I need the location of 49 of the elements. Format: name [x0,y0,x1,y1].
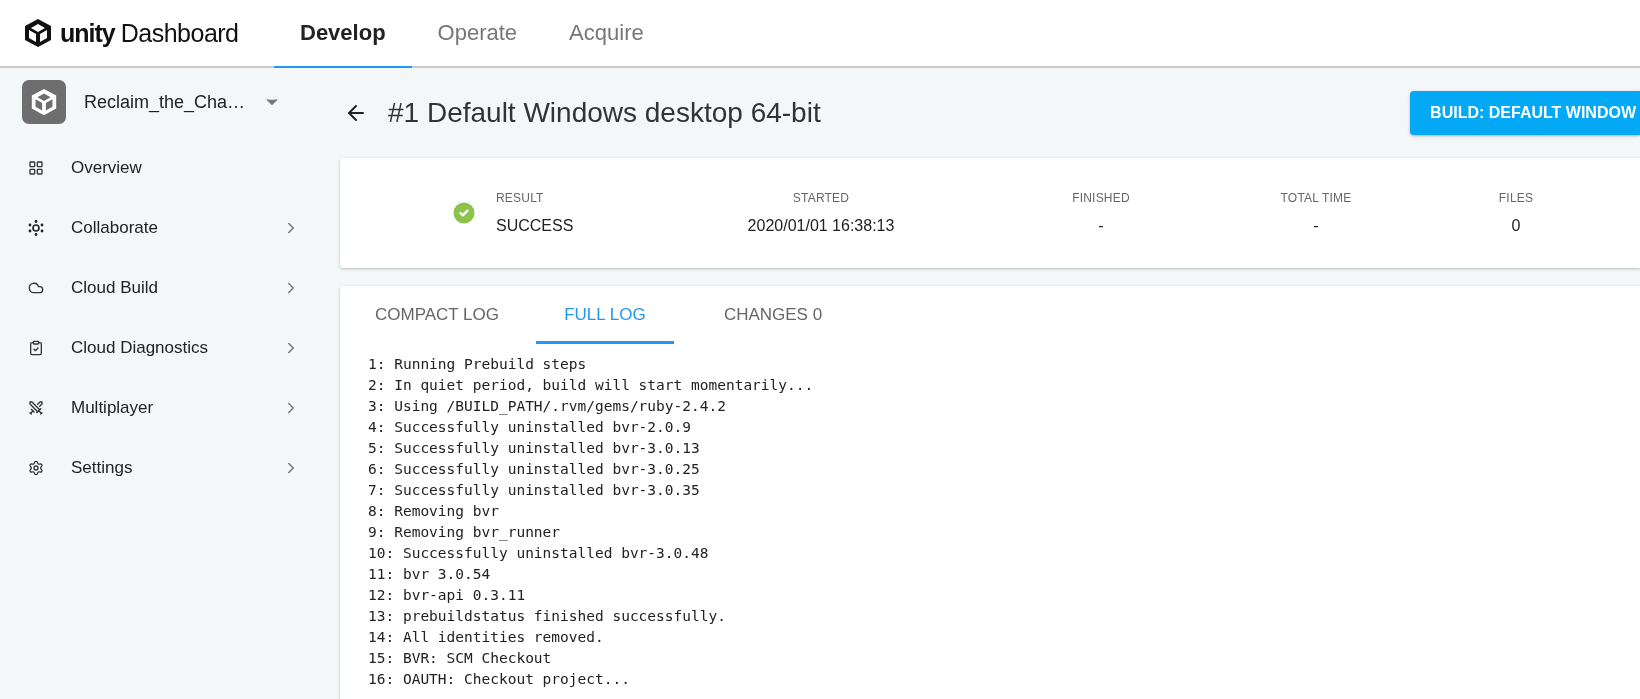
dots-icon [28,220,44,236]
log-line: 6: Successfully uninstalled bvr-3.0.25 [368,460,701,479]
logo-text: unity [60,18,115,48]
log-line: 4: Successfully uninstalled bvr-2.0.9 [368,418,692,437]
page-title: #1 Default Windows desktop 64-bit [388,97,822,129]
column-label: FILES [1498,191,1534,205]
sidebar-item[interactable]: Overview [0,138,300,198]
log-line: 3: Using /BUILD_PATH/.rvm/gems/ruby-2.4.2 [368,397,727,417]
log-line: 13: prebuildstatus finished successfully. [368,607,727,626]
column-label: STARTED [792,191,850,205]
project-selector[interactable]: Reclaim_the_Cha… [0,80,282,124]
grid-icon [28,160,44,176]
log-tab[interactable]: CHANGES 0 [704,288,842,344]
log-line: 15: BVR: SCM Checkout [368,649,553,668]
crossed-swords-icon [28,400,44,416]
column-label: RESULT [496,191,544,205]
column-label: TOTAL TIME [1280,191,1352,205]
nav-tab[interactable]: Acquire [543,0,670,68]
log-line: 8: Removing bvr [368,502,500,521]
column-value: - [1098,217,1104,235]
log-line: 12: bvr-api 0.3.11 [368,586,527,605]
log-tab[interactable]: COMPACT LOG [368,288,506,344]
column-value: - [1313,217,1319,235]
sidebar-item[interactable]: Cloud Build [0,258,300,318]
logo-icon [22,17,54,49]
column-value: 2020/01/01 16:38:13 [747,217,895,235]
clipboard-check-icon [28,340,44,356]
sidebar-item[interactable]: Multiplayer [0,378,300,438]
column-label: FINISHED [1072,191,1130,205]
cloud-icon [28,280,44,296]
log-line: 9: Removing bvr_runner [368,523,562,543]
log-line: 5: Successfully uninstalled bvr-3.0.13 [368,439,701,458]
logo-icon [29,87,59,117]
log-line: 16: OAUTH: Checkout project... [368,670,631,689]
log-line: 10: Successfully uninstalled bvr-3.0.48 [368,544,710,563]
log-line: 7: Successfully uninstalled bvr-3.0.35 [368,481,701,500]
product-name: Dashboard [120,18,239,48]
sidebar-item[interactable]: Collaborate [0,198,300,258]
settings-icon [28,460,44,476]
sidebar-item[interactable]: Cloud Diagnostics [0,318,300,378]
log-line: 1: Running Prebuild steps [368,355,588,374]
sidebar-item[interactable]: Settings [0,438,300,498]
nav-tab[interactable]: Operate [411,0,544,68]
log-line: 14: All identities removed. [368,628,605,647]
log-line: 11: bvr 3.0.54 [368,565,492,584]
log-line: 2: In quiet period, build will start momentarily... [368,376,815,395]
column-value: 0 [1511,217,1521,235]
nav-tab[interactable]: Develop [274,0,412,68]
column-value: SUCCESS [496,217,574,235]
